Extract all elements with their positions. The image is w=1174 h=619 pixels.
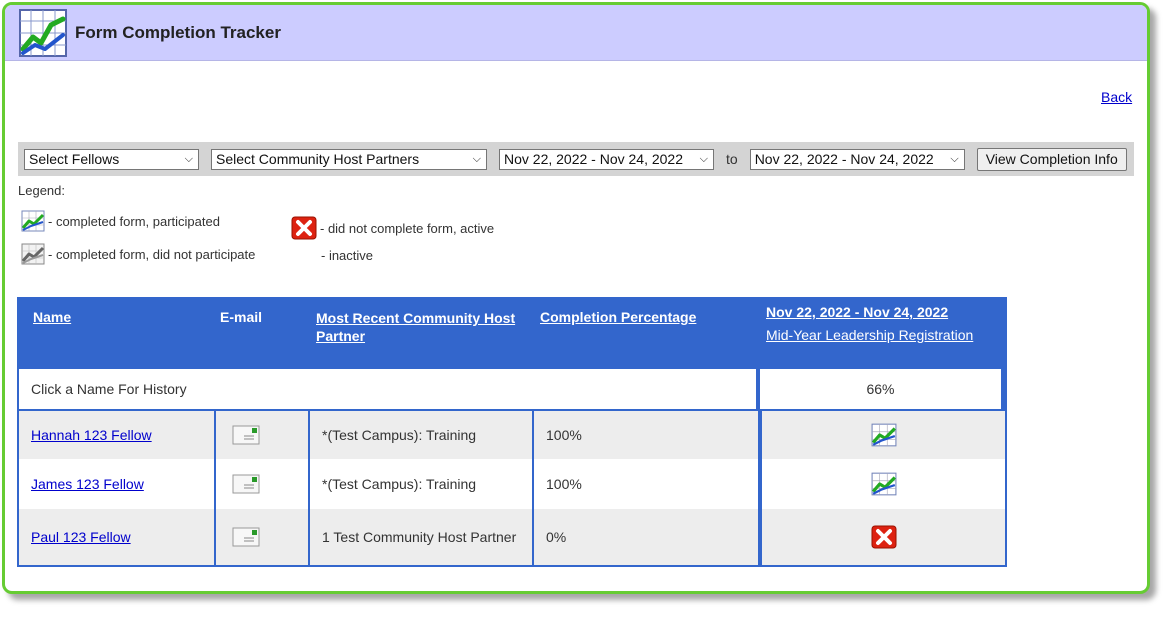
name-cell: James 123 Fellow: [19, 459, 216, 509]
completion-cell: 100%: [534, 411, 760, 459]
legend-title: Legend:: [18, 183, 65, 198]
chart-grid-icon: [19, 8, 67, 57]
status-cell: [760, 459, 1005, 509]
fellows-select-value: Select Fellows: [29, 151, 120, 167]
status-cell: [760, 509, 1005, 565]
sort-completion-link[interactable]: Completion Percentage: [540, 309, 696, 325]
completed-not-participated-icon: [21, 243, 45, 265]
chevron-down-icon: ⌵: [184, 152, 193, 165]
email-cell: [216, 411, 310, 459]
date-to-select[interactable]: Nov 22, 2022 - Nov 24, 2022 ⌵: [749, 148, 965, 170]
status-cell: [760, 411, 1005, 459]
back-link[interactable]: Back: [1101, 89, 1132, 105]
header-completion: Completion Percentage: [534, 299, 760, 369]
legend-completed-not-participated-label: - completed form, did not participate: [48, 246, 256, 262]
view-completion-button[interactable]: View Completion Info: [976, 147, 1127, 171]
chevron-down-icon: ⌵: [950, 152, 959, 165]
header-name: Name: [19, 299, 216, 369]
header-email: E-mail: [220, 309, 263, 325]
not-completed-icon[interactable]: [871, 525, 897, 549]
sort-partner-link[interactable]: Most Recent Community Host Partner: [316, 310, 515, 344]
page-title: Form Completion Tracker: [75, 22, 281, 42]
name-cell: Hannah 123 Fellow: [19, 411, 216, 459]
to-label: to: [726, 151, 738, 167]
email-cell: [216, 459, 310, 509]
completed-participated-icon[interactable]: [871, 472, 897, 496]
fellow-name-link[interactable]: Paul 123 Fellow: [31, 529, 131, 545]
fellow-name-link[interactable]: Hannah 123 Fellow: [31, 427, 152, 443]
partner-cell: 1 Test Community Host Partner: [310, 509, 534, 565]
legend-completed-not-participated: - completed form, did not participate: [21, 243, 255, 265]
completed-participated-icon[interactable]: [871, 423, 897, 447]
header-partner: Most Recent Community Host Partner: [310, 299, 534, 369]
summary-row: Click a Name For History 66%: [19, 369, 1005, 409]
chevron-down-icon: ⌵: [699, 152, 708, 165]
completion-table: Name E-mail Most Recent Community Host P…: [17, 297, 1007, 567]
title-bar: Form Completion Tracker: [5, 5, 1147, 61]
period-link[interactable]: Nov 22, 2022 - Nov 24, 2022: [766, 303, 1005, 321]
form-link[interactable]: Mid-Year Leadership Registration: [766, 326, 1005, 344]
legend-inactive: - inactive: [321, 248, 373, 263]
envelope-icon[interactable]: [232, 527, 260, 547]
summary-percent: 66%: [760, 369, 1001, 409]
partners-select[interactable]: Select Community Host Partners ⌵: [211, 148, 487, 170]
partner-cell: *(Test Campus): Training: [310, 411, 534, 459]
header-period: Nov 22, 2022 - Nov 24, 2022 Mid-Year Lea…: [760, 299, 1005, 369]
date-from-select[interactable]: Nov 22, 2022 - Nov 24, 2022 ⌵: [499, 148, 714, 170]
filter-bar: Select Fellows ⌵ Select Community Host P…: [18, 142, 1134, 176]
sort-name-link[interactable]: Name: [33, 309, 71, 325]
partner-cell: *(Test Campus): Training: [310, 459, 534, 509]
envelope-icon[interactable]: [232, 425, 260, 445]
completion-cell: 0%: [534, 509, 760, 565]
summary-label: Click a Name For History: [19, 369, 760, 409]
completed-participated-icon: [21, 210, 45, 232]
table-row: Paul 123 Fellow 1 Test Community Host Pa…: [19, 509, 1005, 565]
table-header: Name E-mail Most Recent Community Host P…: [19, 299, 1005, 369]
name-cell: Paul 123 Fellow: [19, 509, 216, 565]
fellow-name-link[interactable]: James 123 Fellow: [31, 476, 144, 492]
not-completed-icon: [291, 216, 317, 240]
partners-select-value: Select Community Host Partners: [216, 151, 420, 167]
fellows-select[interactable]: Select Fellows ⌵: [24, 148, 199, 170]
legend-completed-participated: - completed form, participated: [21, 210, 220, 232]
legend-not-completed-active-label: - did not complete form, active: [320, 220, 495, 236]
chevron-down-icon: ⌵: [472, 152, 481, 165]
completion-cell: 100%: [534, 459, 760, 509]
envelope-icon[interactable]: [232, 474, 260, 494]
date-to-value: Nov 22, 2022 - Nov 24, 2022: [754, 151, 934, 167]
table-row: James 123 Fellow *(Test Campus): Trainin…: [19, 459, 1005, 509]
table-row: Hannah 123 Fellow *(Test Campus): Traini…: [19, 411, 1005, 459]
date-from-value: Nov 22, 2022 - Nov 24, 2022: [504, 151, 684, 167]
app-window: Form Completion Tracker Back Select Fell…: [2, 2, 1150, 594]
legend-inactive-label: - inactive: [321, 248, 374, 263]
legend-completed-participated-label: - completed form, participated: [48, 213, 220, 229]
legend-not-completed-active: - did not complete form, active: [291, 216, 494, 240]
email-cell: [216, 509, 310, 565]
